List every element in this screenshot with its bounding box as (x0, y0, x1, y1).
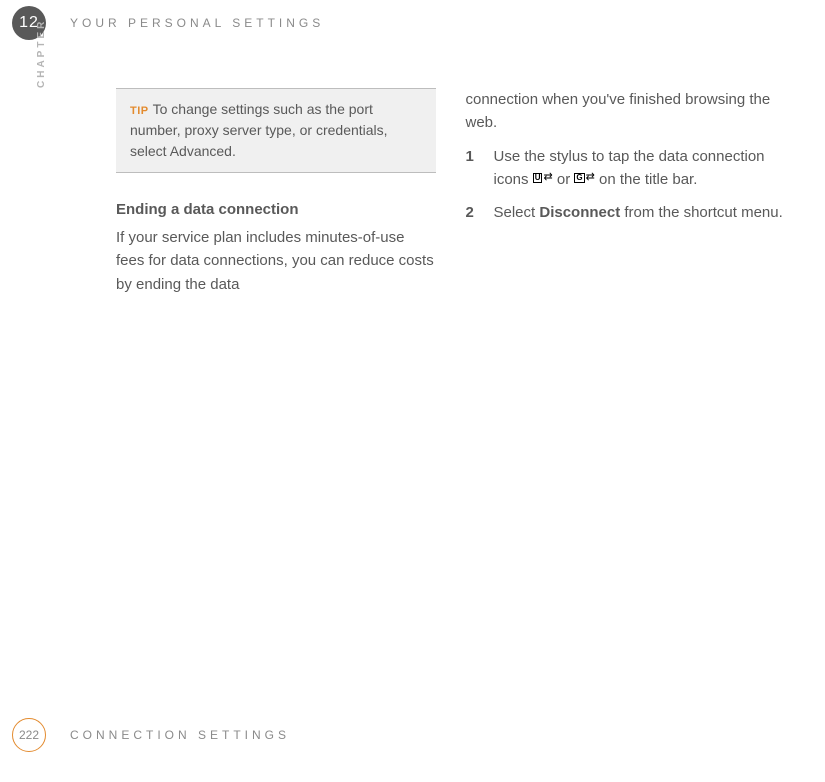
page-header-title: YOUR PERSONAL SETTINGS (70, 16, 324, 30)
tip-text: To change settings such as the port numb… (130, 101, 388, 159)
footer: 222 CONNECTION SETTINGS (12, 718, 290, 752)
page-number: 222 (19, 728, 39, 742)
step-2-pre: Select (494, 204, 540, 221)
step-1-post: on the title bar. (595, 171, 698, 188)
section-body: If your service plan includes minutes-of… (116, 226, 436, 296)
tip-label: TIP (130, 105, 149, 117)
chapter-label: CHAPTER (36, 19, 47, 88)
tip-box: TIPTo change settings such as the port n… (116, 88, 436, 173)
section-heading: Ending a data connection (116, 201, 436, 218)
continuation-text: connection when you've finished browsing… (466, 88, 786, 135)
left-column: TIPTo change settings such as the port n… (116, 88, 436, 296)
content-area: TIPTo change settings such as the port n… (116, 88, 785, 296)
step-2: Select Disconnect from the shortcut menu… (466, 201, 786, 224)
data-connection-u-icon: U⇄ (533, 172, 553, 183)
right-column: connection when you've finished browsing… (466, 88, 786, 296)
step-2-post: from the shortcut menu. (620, 204, 783, 221)
page-number-badge: 222 (12, 718, 46, 752)
data-connection-g-icon: G⇄ (574, 172, 594, 183)
footer-section-title: CONNECTION SETTINGS (70, 728, 290, 742)
step-2-bold: Disconnect (539, 204, 620, 221)
step-1-or: or (553, 171, 575, 188)
step-1: Use the stylus to tap the data connectio… (466, 145, 786, 192)
steps-list: Use the stylus to tap the data connectio… (466, 145, 786, 225)
